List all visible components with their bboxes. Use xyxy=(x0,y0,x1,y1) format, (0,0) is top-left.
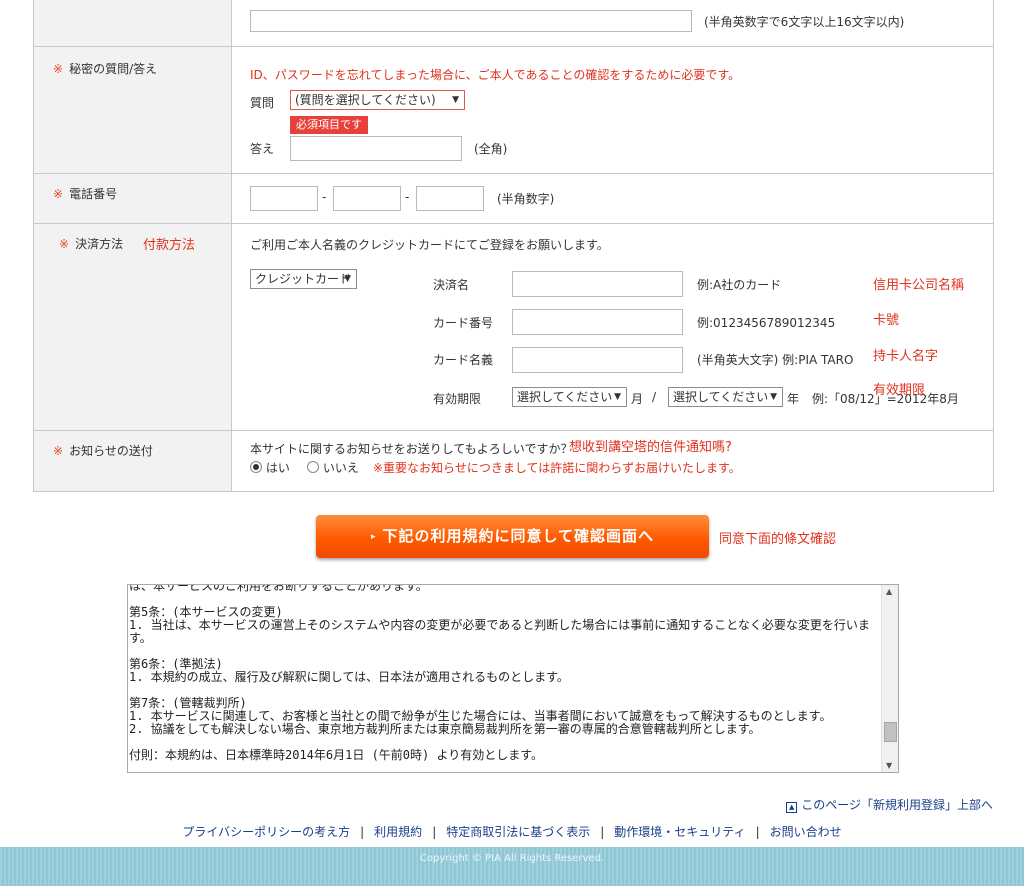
footer-link-privacy[interactable]: プライバシーポリシーの考え方 xyxy=(182,825,350,839)
notify-no-option[interactable]: いいえ xyxy=(307,459,359,476)
arrow-up-box-icon: ▲ xyxy=(786,802,798,813)
terms-article-body: 1. 本サービスに関連して、お客様と当社との間で紛争が生じた場合には、当事者間に… xyxy=(129,709,832,723)
page-top-link[interactable]: ▲ このページ「新規利用登録」上部へ xyxy=(786,796,993,813)
chevron-down-icon: ▼ xyxy=(452,95,459,105)
terms-article-title: 第7条：(管轄裁判所) xyxy=(129,696,247,710)
notification-row: ※ お知らせの送付 本サイトに関するお知らせをお送りしてもよろしいですか？ 想收到… xyxy=(34,431,993,492)
question-select[interactable]: (質問を選択してください) ▼ xyxy=(290,90,465,110)
notification-question: 本サイトに関するお知らせをお送りしてもよろしいですか？ xyxy=(250,442,573,456)
footer-link-commerce-law[interactable]: 特定商取引法に基づく表示 xyxy=(446,825,590,839)
secret-question-label: 秘密の質問/答え xyxy=(69,62,158,76)
notification-warning: ※重要なお知らせにつきましては許諾に関わらずお届けいたします。 xyxy=(373,461,741,475)
month-unit: 月 xyxy=(631,392,644,406)
required-badge: 必須項目です xyxy=(290,116,368,134)
expiry-year-select[interactable]: 選択してください ▼ xyxy=(668,387,783,407)
card-number-input[interactable] xyxy=(512,309,683,335)
answer-label: 答え xyxy=(250,142,275,156)
terms-article-title: 第6条：(準拠法) xyxy=(129,657,223,671)
terms-supplement: 付則：本規約は、日本標準時2014年6月1日 (午前0時) より有効とします。 xyxy=(129,748,544,762)
card-name-input[interactable] xyxy=(512,271,683,297)
footer-link-contact[interactable]: お問い合わせ xyxy=(770,825,842,839)
payment-row: ※ 決済方法 付款方法 ご利用ご本人名義のクレジットカードにてご登録をお願いします… xyxy=(34,224,993,431)
terms-article-body: 1. 当社は、本サービスの運営上そのシステムや内容の変更が必要であると判断した場… xyxy=(129,618,870,645)
scroll-thumb[interactable] xyxy=(884,722,897,742)
card-name-example: 例:A社のカード xyxy=(697,278,782,292)
footer-link-terms[interactable]: 利用規約 xyxy=(374,825,422,839)
notification-annotation: 想收到講空塔的信件通知嗎? xyxy=(569,440,732,455)
card-holder-example: (半角英大文字) 例:PIA TARO xyxy=(697,353,854,367)
radio-no[interactable] xyxy=(307,461,319,473)
chevron-down-icon: ▼ xyxy=(344,274,351,284)
secret-notice: ID、パスワードを忘れてしまった場合に、ご本人であることの確認をするために必要で… xyxy=(250,68,741,82)
terms-article-title: 第5条：(本サービスの変更) xyxy=(129,605,283,619)
terms-article-body: 2. 協議をしても解決しない場合、東京地方裁判所または東京簡易裁判所を第一審の専… xyxy=(129,722,761,736)
expiry-slash: / xyxy=(652,390,657,404)
card-number-annotation: 卡號 xyxy=(873,313,900,328)
answer-input[interactable] xyxy=(290,136,462,161)
required-mark: ※ xyxy=(59,237,70,251)
scroll-down-icon[interactable]: ▼ xyxy=(886,761,892,770)
terms-scrollbar[interactable]: ▲ ▼ xyxy=(881,585,898,772)
phone-part-1-input[interactable] xyxy=(250,186,318,211)
required-mark: ※ xyxy=(53,187,64,201)
phone-part-2-input[interactable] xyxy=(333,186,401,211)
year-unit: 年 xyxy=(787,392,800,406)
answer-hint: (全角) xyxy=(474,142,508,156)
card-holder-input[interactable] xyxy=(512,347,683,373)
question-label: 質問 xyxy=(250,96,275,110)
chevron-down-icon: ▼ xyxy=(770,392,777,402)
phone-dash: - xyxy=(322,190,327,204)
terms-article-body: 1. 本規約の成立、履行及び解釈に関しては、日本法が適用されるものとします。 xyxy=(129,670,569,684)
expiry-annotation: 有效期限 xyxy=(873,383,926,398)
scroll-up-icon[interactable]: ▲ xyxy=(886,587,892,596)
phone-hint: (半角数字) xyxy=(497,192,555,206)
card-holder-label: カード名義 xyxy=(433,353,494,367)
notification-label: お知らせの送付 xyxy=(69,444,153,458)
payment-intro: ご利用ご本人名義のクレジットカードにてご登録をお願いします。 xyxy=(250,238,609,252)
submit-annotation: 同意下面的條文確認 xyxy=(719,532,837,547)
payment-label: 決済方法 xyxy=(75,237,124,251)
required-mark: ※ xyxy=(53,62,64,76)
notify-yes-option[interactable]: はい xyxy=(250,459,290,476)
password-confirm-input[interactable] xyxy=(250,10,692,32)
footer-link-environment[interactable]: 動作環境・セキュリティ xyxy=(614,825,745,839)
payment-annotation: 付款方法 xyxy=(143,238,196,253)
phone-part-3-input[interactable] xyxy=(416,186,484,211)
card-number-label: カード番号 xyxy=(433,316,494,330)
chevron-down-icon: ▼ xyxy=(614,392,621,402)
terms-textarea[interactable]: は、本サービスのご利用をお断りすることがあります。 第5条：(本サービスの変更)… xyxy=(127,584,899,773)
password-hint: (半角英数字で6文字以上16文字以内) xyxy=(704,15,905,29)
registration-form: (半角英数字で6文字以上16文字以内) ※ 秘密の質問/答え ID、パスワードを忘… xyxy=(33,0,994,492)
footer-nav: プライバシーポリシーの考え方 | 利用規約 | 特定商取引法に基づく表示 | 動作環境・セキ… xyxy=(182,825,842,839)
terms-partial-line: は、本サービスのご利用をお断りすることがあります。 xyxy=(129,584,428,593)
footer-bar: Copyright © PIA All Rights Reserved. xyxy=(0,847,1024,886)
phone-label: 電話番号 xyxy=(69,187,118,201)
phone-dash: - xyxy=(405,190,410,204)
secret-question-row: ※ 秘密の質問/答え ID、パスワードを忘れてしまった場合に、ご本人であることの確… xyxy=(34,47,993,174)
expiry-month-select[interactable]: 選択してください ▼ xyxy=(512,387,627,407)
caret-right-icon: ▸ xyxy=(370,532,377,542)
payment-method-select[interactable]: クレジットカード ▼ xyxy=(250,269,357,289)
required-mark: ※ xyxy=(53,444,64,458)
card-name-label: 決済名 xyxy=(433,278,470,292)
password-row: (半角英数字で6文字以上16文字以内) xyxy=(34,0,993,47)
card-holder-annotation: 持卡人名字 xyxy=(873,349,939,364)
radio-yes[interactable] xyxy=(250,461,262,473)
copyright: Copyright © PIA All Rights Reserved. xyxy=(419,853,605,864)
card-number-example: 例:0123456789012345 xyxy=(697,316,836,330)
agree-confirm-button[interactable]: ▸ 下記の利用規約に同意して確認画面へ xyxy=(316,515,709,558)
expiry-label: 有効期限 xyxy=(433,392,482,406)
phone-row: ※ 電話番号 - - (半角数字) xyxy=(34,174,993,224)
card-name-annotation: 信用卡公司名稱 xyxy=(873,278,965,293)
